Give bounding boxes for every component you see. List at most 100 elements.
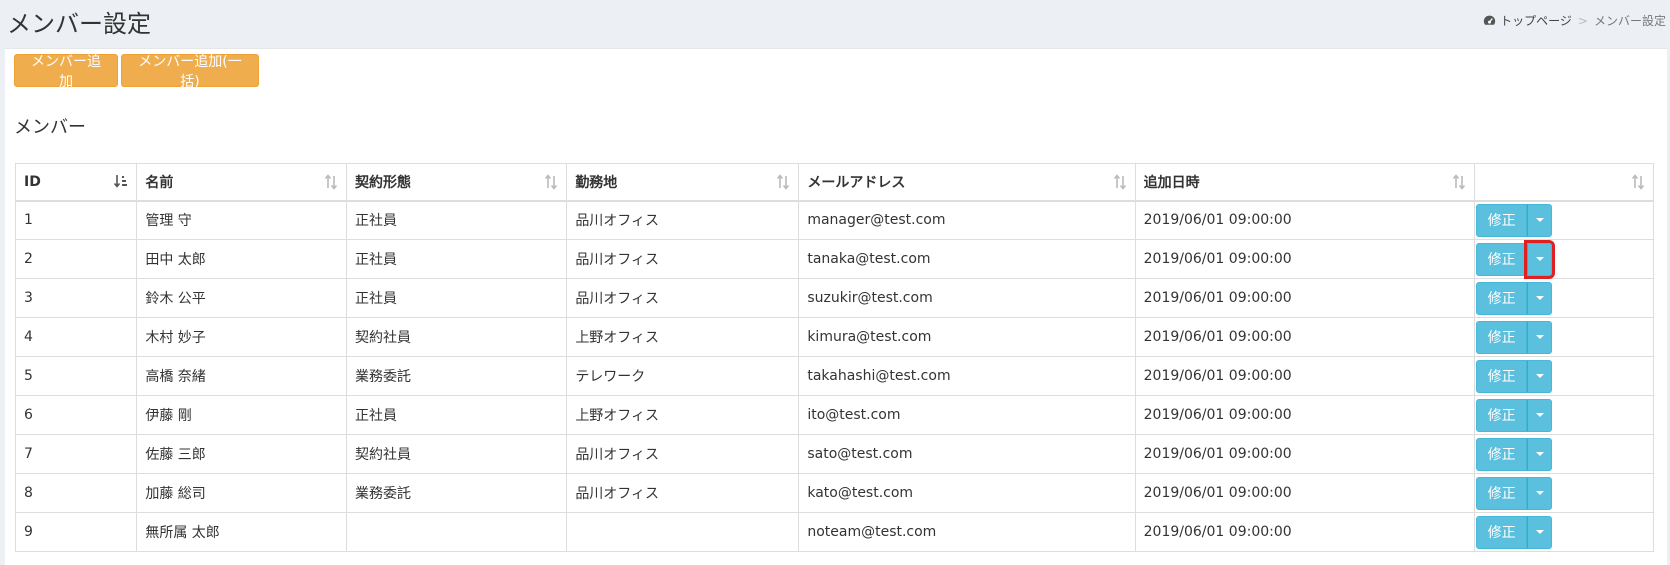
cell-email: ito@test.com — [798, 395, 1136, 435]
edit-dropdown-toggle[interactable] — [1527, 437, 1553, 471]
sort-icon — [1631, 174, 1645, 190]
cell-email: kimura@test.com — [798, 317, 1136, 357]
table-row: 8 加藤 総司 業務委託 品川オフィス kato@test.com 2019/06/01 … — [14, 473, 1654, 513]
column-header-email[interactable]: メールアドレス — [798, 163, 1136, 202]
edit-dropdown-toggle[interactable] — [1527, 281, 1553, 315]
edit-dropdown-toggle[interactable] — [1527, 359, 1553, 393]
breadcrumb-home-link[interactable]: トップページ — [1483, 12, 1572, 29]
cell-added: 2019/06/01 09:00:00 — [1134, 434, 1476, 474]
edit-button-group: 修正 — [1476, 398, 1553, 432]
cell-id: 5 — [14, 356, 138, 396]
sort-icon — [1113, 174, 1126, 190]
cell-name: 木村 妙子 — [136, 317, 347, 357]
cell-contract: 正社員 — [345, 278, 568, 318]
cell-id: 4 — [14, 317, 138, 357]
cell-added: 2019/06/01 09:00:00 — [1134, 395, 1476, 435]
edit-button[interactable]: 修正 — [1476, 437, 1528, 471]
breadcrumb-home-label: トップページ — [1500, 14, 1572, 28]
breadcrumb: トップページ > メンバー設定 — [1483, 12, 1666, 29]
cell-name: 管理 守 — [136, 200, 347, 240]
cell-name: 加藤 総司 — [136, 473, 347, 513]
page-header: メンバー設定 トップページ > メンバー設定 — [0, 0, 1670, 48]
sort-icon — [324, 174, 338, 190]
member-table: ID 名前 契約形態 勤務地 メールアドレス 追加日時 1 管理 守正社員 品川オフィス man… — [14, 163, 1654, 552]
table-row: 5 高橋 奈緒 業務委託 テレワーク takahashi@test.com 2019/06… — [14, 356, 1654, 396]
dashboard-icon — [1483, 15, 1496, 25]
column-header-location[interactable]: 勤務地 — [566, 163, 800, 202]
cell-id: 2 — [14, 239, 138, 279]
edit-button[interactable]: 修正 — [1476, 476, 1528, 510]
edit-button-group: 修正 — [1476, 359, 1553, 393]
table-row: 2 田中 太郎 正社員 品川オフィス tanaka@test.com 2019/06/01… — [14, 239, 1654, 279]
cell-contract: 業務委託 — [345, 473, 568, 513]
cell-email: suzukir@test.com — [798, 278, 1136, 318]
cell-id: 7 — [14, 434, 138, 474]
cell-name: 鈴木 公平 — [136, 278, 347, 318]
add-member-button[interactable]: メンバー追加 — [14, 54, 118, 90]
cell-added: 2019/06/01 09:00:00 — [1134, 317, 1476, 357]
table-row: 7 佐藤 三郎 契約社員 品川オフィス sato@test.com 2019/06/01 … — [14, 434, 1654, 474]
table-row: 1 管理 守正社員 品川オフィス manager@test.com 2019/06/01… — [14, 200, 1654, 240]
cell-added: 2019/06/01 09:00:00 — [1134, 512, 1476, 552]
cell-added: 2019/06/01 09:00:00 — [1134, 473, 1476, 513]
sort-icon — [777, 174, 790, 190]
caret-down-icon — [1535, 374, 1544, 378]
cell-added: 2019/06/01 09:00:00 — [1134, 200, 1476, 240]
sort-icon — [545, 174, 558, 190]
cell-contract: 契約社員 — [345, 434, 568, 474]
page-title: メンバー設定 — [7, 10, 151, 38]
add-member-bulk-button[interactable]: メンバー追加(一括) — [121, 54, 259, 90]
cell-email: kato@test.com — [798, 473, 1136, 513]
edit-button[interactable]: 修正 — [1476, 320, 1528, 354]
cell-name: 田中 太郎 — [136, 239, 347, 279]
column-header-label: 勤務地 — [575, 174, 618, 191]
cell-location: 品川オフィス — [566, 473, 800, 513]
edit-button-group: 修正 — [1476, 281, 1553, 315]
cell-contract — [345, 512, 568, 552]
cell-location: 品川オフィス — [566, 278, 800, 318]
edit-dropdown-toggle[interactable] — [1527, 203, 1553, 237]
column-header-label: 契約形態 — [355, 174, 411, 191]
breadcrumb-separator: > — [1577, 13, 1588, 28]
cell-location: 上野オフィス — [566, 317, 800, 357]
column-header-actions[interactable] — [1474, 163, 1654, 202]
cell-name: 伊藤 剛 — [136, 395, 347, 435]
edit-button[interactable]: 修正 — [1476, 203, 1528, 237]
member-box: メンバー追加 メンバー追加(一括) メンバー ID 名前 契約形態 勤務地 メールアドレ… — [5, 48, 1667, 565]
edit-button[interactable]: 修正 — [1476, 281, 1528, 315]
cell-actions: 修正 — [1474, 473, 1654, 513]
edit-button[interactable]: 修正 — [1476, 359, 1528, 393]
edit-button[interactable]: 修正 — [1476, 242, 1528, 276]
edit-dropdown-toggle[interactable] — [1527, 476, 1553, 510]
edit-button-group: 修正 — [1476, 320, 1553, 354]
column-header-added[interactable]: 追加日時 — [1134, 163, 1476, 202]
caret-down-icon — [1535, 335, 1544, 339]
cell-contract: 契約社員 — [345, 317, 568, 357]
column-header-label: ID — [24, 173, 41, 190]
caret-down-icon — [1535, 218, 1544, 223]
column-header-id[interactable]: ID — [14, 163, 138, 202]
caret-down-icon — [1535, 491, 1544, 495]
sort-numeric-asc-icon — [114, 175, 128, 188]
edit-button-group: 修正 — [1476, 239, 1556, 279]
table-body: 1 管理 守正社員 品川オフィス manager@test.com 2019/06/01… — [14, 200, 1654, 552]
table-row: 9 無所属 太郎 noteam@test.com 2019/06/01 09:00:0… — [14, 512, 1654, 552]
caret-down-icon — [1535, 296, 1544, 300]
edit-button[interactable]: 修正 — [1476, 515, 1528, 549]
edit-button[interactable]: 修正 — [1476, 398, 1528, 432]
cell-actions: 修正 — [1474, 395, 1654, 435]
edit-dropdown-toggle[interactable] — [1524, 239, 1556, 279]
cell-actions: 修正 — [1474, 356, 1654, 396]
column-header-name[interactable]: 名前 — [136, 163, 347, 202]
cell-name: 佐藤 三郎 — [136, 434, 347, 474]
edit-dropdown-toggle[interactable] — [1527, 398, 1553, 432]
table-row: 4 木村 妙子 契約社員 上野オフィス kimura@test.com 2019/06/0… — [14, 317, 1654, 357]
edit-dropdown-toggle[interactable] — [1527, 320, 1553, 354]
table-row: 3 鈴木 公平 正社員 品川オフィス suzukir@test.com 2019/06/0… — [14, 278, 1654, 318]
edit-button-group: 修正 — [1476, 203, 1553, 237]
caret-down-icon — [1535, 452, 1544, 456]
cell-actions: 修正 — [1474, 434, 1654, 474]
cell-added: 2019/06/01 09:00:00 — [1134, 356, 1476, 396]
column-header-contract[interactable]: 契約形態 — [345, 163, 568, 202]
edit-dropdown-toggle[interactable] — [1527, 515, 1553, 549]
